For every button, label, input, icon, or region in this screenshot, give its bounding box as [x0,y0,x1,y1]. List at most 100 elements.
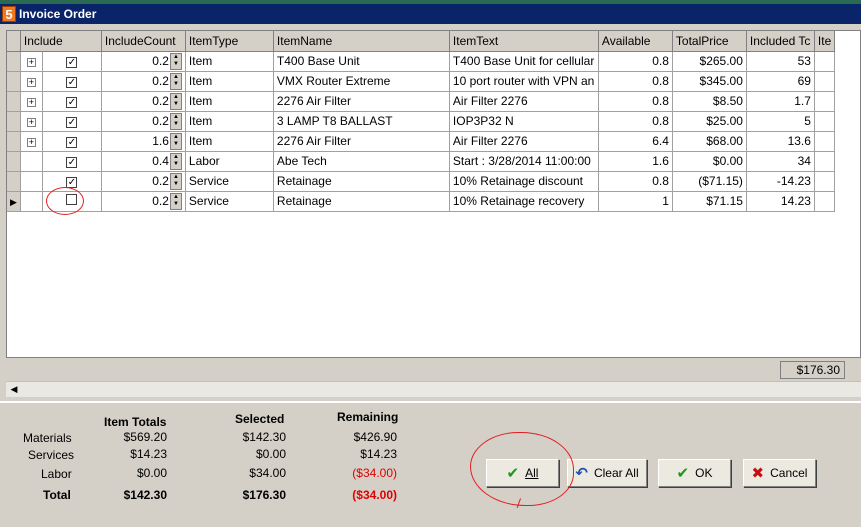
cell-included-total[interactable]: 5 [746,111,815,132]
cell-itemname[interactable]: 3 LAMP T8 BALLAST [273,111,450,132]
cell-ite[interactable] [814,151,836,172]
cell-itemname[interactable]: Abe Tech [273,151,450,172]
include-cell[interactable]: ✓ [42,71,102,92]
include-count-cell[interactable]: 0.2 ▲ ▼ [101,71,186,92]
count-spinner[interactable]: ▲ ▼ [169,152,182,170]
include-count-value[interactable]: 0.2 [152,114,169,128]
row-selector[interactable] [7,51,21,72]
cell-itemtext[interactable]: Start : 3/28/2014 11:00:00 [449,151,599,172]
row-selector[interactable] [7,131,21,152]
spin-up-icon[interactable]: ▲ [171,154,181,162]
column-header-itemtext[interactable]: ItemText [449,31,599,52]
column-header-available[interactable]: Available [598,31,673,52]
cell-included-total[interactable]: 13.6 [746,131,815,152]
table-row[interactable]: + ✓ 0.2 ▲ ▼ Item T400 Base Unit T400 Base Unit … [7,51,836,72]
include-count-cell[interactable]: 0.2 ▲ ▼ [101,51,186,72]
include-count-value[interactable]: 0.2 [152,74,169,88]
spin-up-icon[interactable]: ▲ [171,74,181,82]
cell-itemtext[interactable]: 10 port router with VPN an [449,71,599,92]
window-title-bar[interactable]: 5 Invoice Order [0,4,861,24]
cell-itemname[interactable]: T400 Base Unit [273,51,450,72]
include-count-cell[interactable]: 0.2 ▲ ▼ [101,91,186,112]
cell-totalprice[interactable]: $345.00 [672,71,747,92]
include-count-value[interactable]: 0.2 [152,174,169,188]
include-count-value[interactable]: 1.6 [152,134,169,148]
column-header-includecount[interactable]: IncludeCount [101,31,186,52]
row-selector[interactable] [7,171,21,192]
expand-icon[interactable]: + [26,98,36,107]
cell-available[interactable]: 0.8 [598,51,673,72]
spin-up-icon[interactable]: ▲ [171,134,181,142]
cell-itemname[interactable]: 2276 Air Filter [273,131,450,152]
cell-available[interactable]: 0.8 [598,71,673,92]
include-checkbox[interactable]: ✓ [66,97,78,108]
cell-itemtext[interactable]: 10% Retainage recovery [449,191,599,212]
column-header-itemtype[interactable]: ItemType [185,31,274,52]
expand-icon[interactable]: + [26,138,36,147]
cell-included-total[interactable]: 53 [746,51,815,72]
cell-totalprice[interactable]: $0.00 [672,151,747,172]
include-cell[interactable]: ✓ [42,51,102,72]
spin-up-icon[interactable]: ▲ [171,174,181,182]
row-selector[interactable] [7,111,21,132]
row-selector[interactable] [7,71,21,92]
expand-cell[interactable] [20,191,43,212]
clear-all-button[interactable]: ↶ Clear All [567,459,647,487]
row-selector[interactable]: ▶ [7,191,21,212]
count-spinner[interactable]: ▲ ▼ [169,72,182,90]
cell-itemname[interactable]: VMX Router Extreme [273,71,450,92]
ok-button[interactable]: ✔ OK [658,459,731,487]
cell-itemtype[interactable]: Item [185,91,274,112]
spin-down-icon[interactable]: ▼ [171,181,181,189]
cell-totalprice[interactable]: $68.00 [672,131,747,152]
include-checkbox[interactable]: ✓ [66,77,78,88]
cell-ite[interactable] [814,51,836,72]
count-spinner[interactable]: ▲ ▼ [169,92,182,110]
cell-itemtype[interactable]: Item [185,51,274,72]
invoice-grid[interactable]: Include IncludeCount ItemType ItemName I… [6,30,861,397]
cell-itemtype[interactable]: Item [185,131,274,152]
column-header-include[interactable]: Include [20,31,102,52]
cell-included-total[interactable]: 34 [746,151,815,172]
spin-down-icon[interactable]: ▼ [171,101,181,109]
expand-icon[interactable]: + [26,78,36,87]
include-cell[interactable]: ✓ [42,131,102,152]
cell-available[interactable]: 0.8 [598,171,673,192]
spin-up-icon[interactable]: ▲ [171,194,181,202]
cell-itemname[interactable]: 2276 Air Filter [273,91,450,112]
cell-included-total[interactable]: 1.7 [746,91,815,112]
cell-totalprice[interactable]: $25.00 [672,111,747,132]
include-checkbox[interactable]: ✓ [66,117,78,128]
cell-itemtext[interactable]: T400 Base Unit for cellular [449,51,599,72]
expand-cell[interactable]: + [20,111,43,132]
expand-cell[interactable]: + [20,91,43,112]
include-cell[interactable]: ✓ [42,111,102,132]
cell-itemtext[interactable]: 10% Retainage discount [449,171,599,192]
include-count-cell[interactable]: 0.2 ▲ ▼ [101,111,186,132]
cell-ite[interactable] [814,191,836,212]
include-count-cell[interactable]: 0.2 ▲ ▼ [101,191,186,212]
cell-included-total[interactable]: 14.23 [746,191,815,212]
table-row[interactable]: + ✓ 0.2 ▲ ▼ Item 2276 Air Filter Air Filter 227… [7,91,836,112]
spin-down-icon[interactable]: ▼ [171,141,181,149]
cell-itemtext[interactable]: Air Filter 2276 [449,91,599,112]
expand-cell[interactable]: + [20,71,43,92]
include-count-cell[interactable]: 0.4 ▲ ▼ [101,151,186,172]
cell-itemtext[interactable]: Air Filter 2276 [449,131,599,152]
include-count-value[interactable]: 0.2 [152,94,169,108]
column-header-includedtotal[interactable]: Included Tc [746,31,815,52]
cell-itemtype[interactable]: Item [185,111,274,132]
column-header-itemname[interactable]: ItemName [273,31,450,52]
cell-itemtext[interactable]: IOP3P32 N [449,111,599,132]
cell-ite[interactable] [814,91,836,112]
cell-available[interactable]: 6.4 [598,131,673,152]
include-cell[interactable]: ✓ [42,151,102,172]
cell-itemtype[interactable]: Item [185,71,274,92]
cancel-button[interactable]: ✖ Cancel [743,459,816,487]
spin-up-icon[interactable]: ▲ [171,54,181,62]
count-spinner[interactable]: ▲ ▼ [169,172,182,190]
table-row[interactable]: + ✓ 0.2 ▲ ▼ Item 3 LAMP T8 BALLAST IOP3P32 N 0.8… [7,111,836,132]
include-count-value[interactable]: 0.2 [152,54,169,68]
spin-up-icon[interactable]: ▲ [171,114,181,122]
expand-cell[interactable] [20,171,43,192]
